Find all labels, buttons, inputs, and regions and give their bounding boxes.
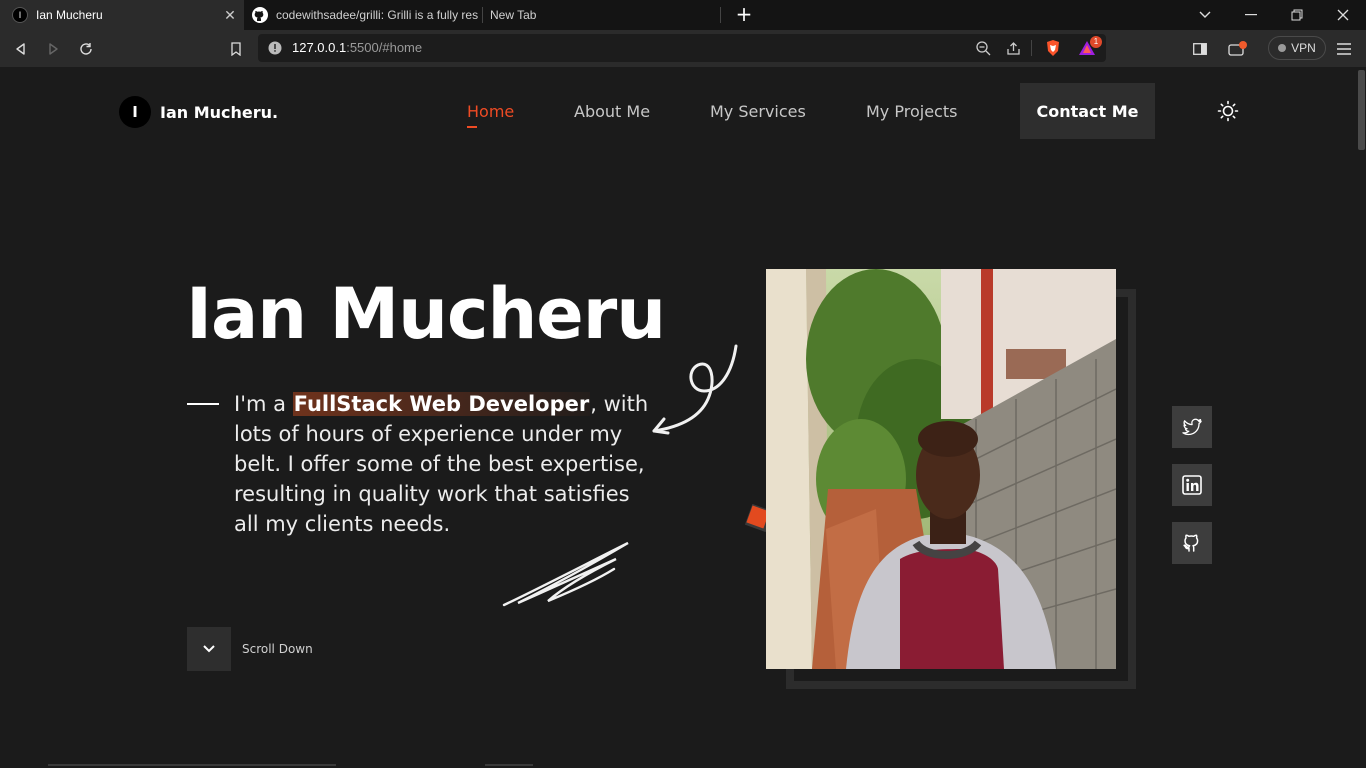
scroll-down-label: Scroll Down: [242, 642, 313, 656]
nav-active-indicator: [467, 126, 477, 128]
tab-new-tab[interactable]: New Tab: [482, 0, 720, 30]
twitter-link[interactable]: [1172, 406, 1212, 448]
tab-github-grilli[interactable]: codewithsadee/grilli: Grilli is a fully …: [244, 0, 482, 30]
profile-photo: [766, 269, 1116, 669]
zoom-icon[interactable]: [976, 41, 991, 56]
forward-icon[interactable]: [40, 36, 66, 62]
back-icon[interactable]: [8, 36, 34, 62]
curly-arrow-decoration: [652, 344, 738, 435]
menu-icon[interactable]: [1331, 36, 1357, 62]
tab-ian-mucheru[interactable]: I Ian Mucheru ✕: [0, 0, 244, 30]
share-icon[interactable]: [1006, 41, 1021, 56]
scribble-decoration: [502, 541, 629, 607]
nav-home[interactable]: Home: [467, 102, 514, 121]
reload-icon[interactable]: [73, 36, 99, 62]
site-logo[interactable]: I Ian Mucheru.: [119, 96, 278, 128]
minimize-icon[interactable]: [1228, 0, 1274, 30]
page-scrollbar-thumb[interactable]: [1358, 70, 1365, 150]
highlighted-role: FullStack Web Developer: [292, 392, 591, 416]
portfolio-page: I Ian Mucheru. Home About Me My Services…: [0, 67, 1356, 768]
rewards-badge: 1: [1090, 36, 1102, 48]
address-bar[interactable]: 127.0.0.1:5500/#home 1: [258, 34, 1106, 62]
section-divider: [485, 764, 533, 766]
vpn-status-icon: [1278, 44, 1287, 52]
hero-description: I'm a FullStack Web Developer, with lots…: [234, 392, 649, 536]
tab-search-chevron-icon[interactable]: [1182, 0, 1228, 30]
browser-tab-bar: I Ian Mucheru ✕ codewithsadee/grilli: Gr…: [0, 0, 1366, 30]
vpn-button[interactable]: VPN: [1268, 36, 1326, 60]
contact-me-button[interactable]: Contact Me: [1020, 83, 1155, 139]
browser-toolbar: 127.0.0.1:5500/#home 1 VPN: [0, 30, 1366, 67]
section-divider: [48, 764, 336, 766]
sidebar-icon[interactable]: [1187, 36, 1213, 62]
bookmark-icon[interactable]: [223, 36, 249, 62]
close-tab-icon[interactable]: ✕: [220, 7, 240, 24]
close-window-icon[interactable]: [1320, 0, 1366, 30]
nav-my-projects[interactable]: My Projects: [866, 102, 957, 121]
theme-toggle-sun-icon[interactable]: [1217, 100, 1239, 122]
scroll-down-button[interactable]: [187, 627, 231, 671]
tab-title: Ian Mucheru: [36, 8, 103, 22]
github-icon: [1183, 534, 1199, 552]
restore-icon[interactable]: [1274, 0, 1320, 30]
nav-my-services[interactable]: My Services: [710, 102, 806, 121]
nav-about-me[interactable]: About Me: [574, 102, 650, 121]
github-link[interactable]: [1172, 522, 1212, 564]
brave-shields-icon[interactable]: [1045, 39, 1061, 57]
logo-text: Ian Mucheru.: [160, 102, 279, 122]
site-info-icon[interactable]: [268, 41, 282, 55]
github-favicon-icon: [252, 7, 268, 23]
linkedin-link[interactable]: [1172, 464, 1212, 506]
chevron-down-icon: [203, 645, 215, 653]
twitter-icon: [1182, 418, 1202, 436]
url-text[interactable]: 127.0.0.1:5500/#home: [292, 40, 422, 55]
hero-dash-decoration: [187, 403, 219, 405]
hero-title: Ian Mucheru: [186, 273, 666, 355]
divider: [1031, 40, 1032, 56]
tab-divider: [720, 7, 721, 23]
tab-title: codewithsadee/grilli: Grilli is a fully …: [276, 8, 479, 22]
page-scrollbar[interactable]: [1356, 67, 1366, 768]
logo-mark: I: [119, 96, 151, 128]
site-favicon-icon: I: [12, 7, 28, 23]
linkedin-icon: [1182, 475, 1202, 495]
new-tab-button[interactable]: +: [732, 3, 756, 27]
wallet-icon[interactable]: [1225, 36, 1251, 62]
tab-title: New Tab: [490, 8, 537, 22]
